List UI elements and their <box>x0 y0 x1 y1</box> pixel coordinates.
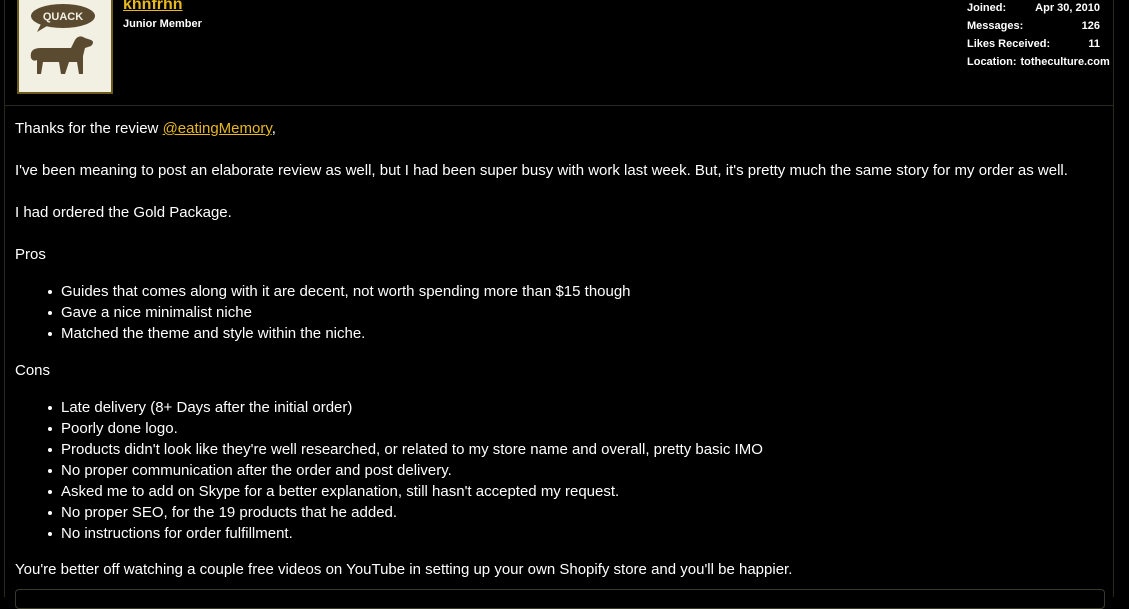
username-link[interactable]: khnfrhn <box>123 0 183 14</box>
post-paragraph-2: I had ordered the Gold Package. <box>15 204 232 221</box>
user-stats: Joined: Apr 30, 2010 Messages: 126 Likes… <box>967 2 1110 74</box>
cons-heading: Cons <box>15 362 51 379</box>
stat-likes: Likes Received: 11 <box>967 38 1100 56</box>
post-closing: You're better off watching a couple free… <box>15 561 793 578</box>
stat-location: Location: totheculture.com <box>967 56 1110 74</box>
dog-icon: QUACK <box>30 4 95 74</box>
list-item: Late delivery (8+ Days after the initial… <box>48 397 1115 418</box>
stat-messages-value: 126 <box>1081 20 1100 32</box>
pros-heading: Pros <box>15 246 46 263</box>
stat-joined: Joined: Apr 30, 2010 <box>967 2 1100 20</box>
stat-messages: Messages: 126 <box>967 20 1100 38</box>
list-item: No proper communication after the order … <box>48 460 1115 481</box>
user-title: Junior Member <box>123 18 202 30</box>
cons-list: Late delivery (8+ Days after the initial… <box>15 397 1115 544</box>
mention-link[interactable]: @eatingMemory <box>163 120 272 137</box>
stat-likes-value: 11 <box>1088 38 1100 50</box>
post-intro: Thanks for the review @eatingMemory, <box>15 118 1115 139</box>
list-item: Asked me to add on Skype for a better ex… <box>48 481 1115 502</box>
list-item: Products didn't look like they're well r… <box>48 439 1115 460</box>
list-item: No instructions for order fulfillment. <box>48 523 1115 544</box>
list-item: Gave a nice minimalist niche <box>48 302 1115 323</box>
stat-joined-value: Apr 30, 2010 <box>1035 2 1100 14</box>
stat-location-value: totheculture.com <box>1020 56 1110 68</box>
stat-joined-label: Joined: <box>967 2 1007 14</box>
list-item: No proper SEO, for the 19 products that … <box>48 502 1115 523</box>
list-item: Matched the theme and style within the n… <box>48 323 1115 344</box>
pros-list: Guides that comes along with it are dece… <box>15 281 1115 344</box>
post-footer-box <box>15 589 1105 609</box>
list-item: Guides that comes along with it are dece… <box>48 281 1115 302</box>
intro-prefix: Thanks for the review <box>15 120 163 137</box>
stat-location-label: Location: <box>967 56 1017 68</box>
avatar[interactable]: QUACK <box>17 0 113 94</box>
stat-likes-label: Likes Received: <box>967 38 1051 50</box>
intro-suffix: , <box>271 120 276 137</box>
post-paragraph-1: I've been meaning to post an elaborate r… <box>15 162 1068 179</box>
list-item: Poorly done logo. <box>48 418 1115 439</box>
post-content: Thanks for the review @eatingMemory, I'v… <box>15 118 1115 580</box>
avatar-label: QUACK <box>43 11 83 23</box>
header-divider <box>4 105 1114 106</box>
stat-messages-label: Messages: <box>967 20 1024 32</box>
